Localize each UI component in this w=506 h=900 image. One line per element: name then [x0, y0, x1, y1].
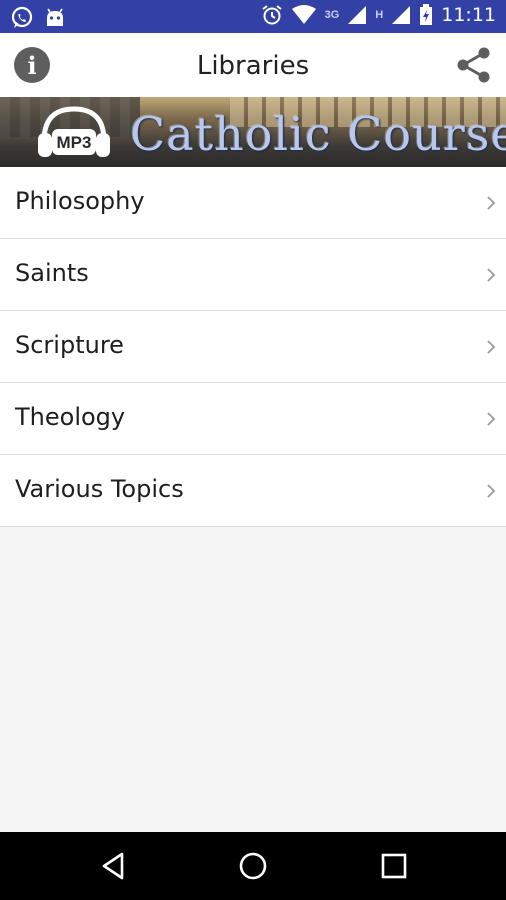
- signal-icon: [392, 6, 411, 24]
- list-item-label: Philosophy: [15, 187, 145, 215]
- network-3g-label: 3G: [324, 9, 340, 21]
- status-time: 11:11: [441, 4, 496, 26]
- library-list: Philosophy Saints Scripture Theology Var…: [0, 167, 506, 527]
- wifi-icon: [291, 5, 316, 24]
- list-item-various-topics[interactable]: Various Topics: [0, 455, 506, 527]
- network-h-label: H: [375, 9, 384, 21]
- navigation-bar: [0, 832, 506, 900]
- share-icon[interactable]: [454, 45, 494, 85]
- toolbar: i Libraries: [0, 33, 506, 97]
- battery-icon: [420, 4, 433, 25]
- list-item-philosophy[interactable]: Philosophy: [0, 167, 506, 239]
- back-icon[interactable]: [98, 850, 130, 882]
- list-item-label: Saints: [15, 259, 89, 287]
- chevron-right-icon: [487, 268, 496, 282]
- catholic-courses-banner: MP3 Catholic Courses: [0, 97, 506, 167]
- list-item-label: Scripture: [15, 331, 124, 359]
- list-item-theology[interactable]: Theology: [0, 383, 506, 455]
- list-item-label: Various Topics: [15, 475, 184, 503]
- list-item-scripture[interactable]: Scripture: [0, 311, 506, 383]
- alarm-icon: [261, 5, 282, 25]
- headphones-icon: MP3: [38, 106, 110, 157]
- chevron-right-icon: [487, 196, 496, 210]
- status-bar: 3G H 11:11: [0, 0, 506, 33]
- android-icon: [47, 8, 63, 26]
- page-title: Libraries: [196, 51, 310, 81]
- chevron-right-icon: [487, 412, 496, 426]
- home-icon[interactable]: [237, 850, 269, 882]
- list-item-label: Theology: [15, 403, 126, 431]
- list-item-saints[interactable]: Saints: [0, 239, 506, 311]
- recents-icon[interactable]: [378, 850, 410, 882]
- signal-icon: [348, 6, 367, 24]
- banner-title: Catholic Courses: [130, 107, 506, 161]
- mp3-badge: MP3: [57, 133, 92, 152]
- whatsapp-icon: [11, 6, 33, 28]
- chevron-right-icon: [487, 484, 496, 498]
- chevron-right-icon: [487, 340, 496, 354]
